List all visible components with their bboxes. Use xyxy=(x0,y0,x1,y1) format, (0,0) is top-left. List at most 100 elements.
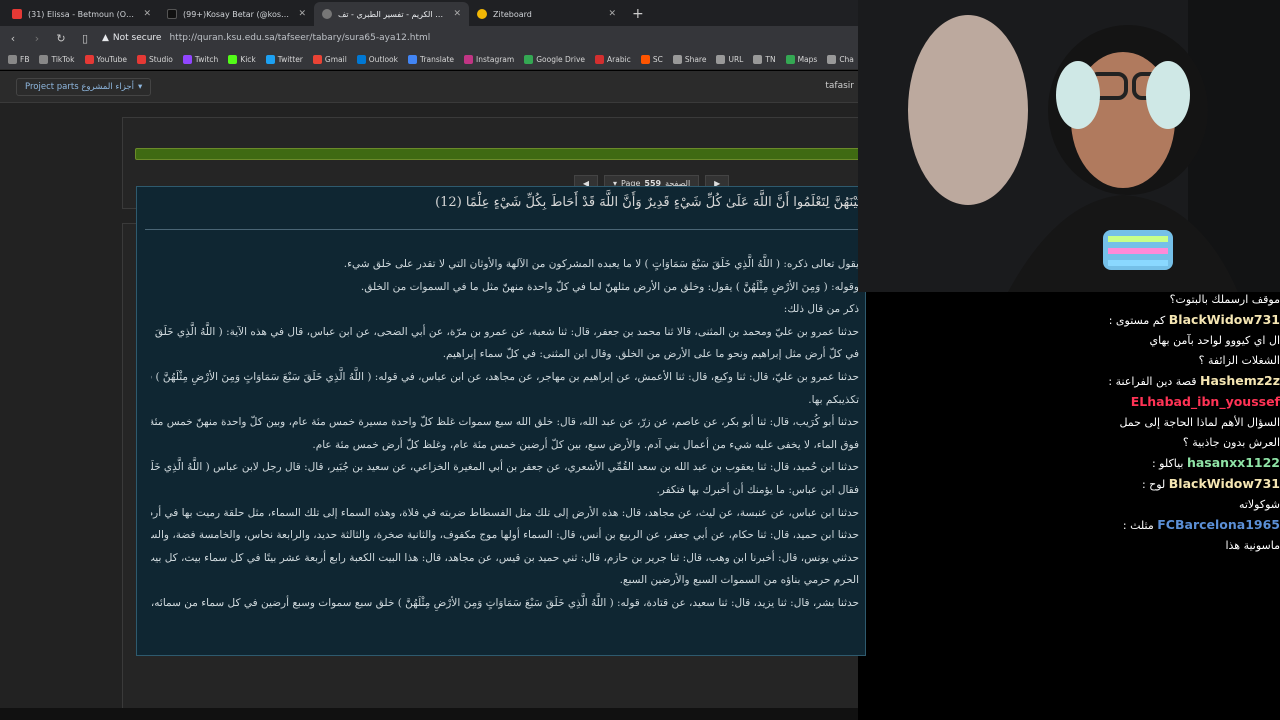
bookmark-url[interactable]: URL xyxy=(716,55,743,64)
reload-icon[interactable]: ↻ xyxy=(54,32,68,45)
bookmark-favicon-icon xyxy=(827,55,837,64)
chat-username[interactable]: BlackWidow731 xyxy=(1169,476,1280,491)
chevron-down-icon: ▾ xyxy=(138,82,143,92)
bookmark-favicon-icon xyxy=(524,55,534,64)
bookmark-fb[interactable]: FB xyxy=(8,55,29,64)
bookmark-label: TN xyxy=(765,55,776,64)
bookmark-instagram[interactable]: Instagram xyxy=(464,55,514,64)
tafsir-line: فقال ابن عباس: ما يؤمنك أن أخبرك بها فتك… xyxy=(656,483,859,496)
ayah-text: بَيْنَهُنَّ لِتَعْلَمُوا أَنَّ اللَّهَ ع… xyxy=(435,195,861,210)
forward-icon[interactable]: › xyxy=(30,32,44,45)
tab-title: (31) Elissa - Betmoun (Official Clip) / xyxy=(28,9,137,19)
chat-text: كم مستوى : xyxy=(1108,314,1166,327)
bookmark-icon[interactable]: ▯ xyxy=(78,32,92,45)
tafsir-line: حدثنا ابن حُميد، قال: ثنا يعقوب بن عبد ا… xyxy=(151,461,859,474)
tab-elissa[interactable]: (31) Elissa - Betmoun (Official Clip) / … xyxy=(4,2,159,26)
chat-username[interactable]: BlackWidow731 xyxy=(1169,312,1280,327)
bookmark-maps[interactable]: Maps xyxy=(785,55,818,64)
chat-message: BlackWidow731 كم مستوى : xyxy=(1098,310,1280,331)
security-warning[interactable]: ▲ Not secure xyxy=(102,33,161,43)
bookmark-outlook[interactable]: Outlook xyxy=(356,55,398,64)
bookmark-twitter[interactable]: Twitter xyxy=(265,55,303,64)
chat-text: الشغلات الزائفة ؟ xyxy=(1198,354,1280,367)
chat-message: ال اي كيووو لواحد بآمن بهاي xyxy=(1098,331,1280,351)
chat-message: FCBarcelona1965 مثلث : xyxy=(1098,515,1280,536)
warning-icon: ▲ xyxy=(102,33,109,43)
project-parts-label: Project parts أجزاء المشروع xyxy=(25,82,135,92)
bookmark-tn[interactable]: TN xyxy=(753,55,776,64)
bookmark-label: Gmail xyxy=(324,55,347,64)
bookmark-favicon-icon xyxy=(182,55,192,64)
chat-text: ال اي كيووو لواحد بآمن بهاي xyxy=(1149,334,1280,347)
tafsir-line: في كلّ أرض مثل إبراهيم ونحو ما على الأرض… xyxy=(442,348,859,361)
close-icon[interactable]: ✕ xyxy=(143,9,151,19)
chat-username[interactable]: Hashemz2z xyxy=(1200,373,1280,388)
bookmark-tiktok[interactable]: TikTok xyxy=(39,55,75,64)
bookmark-studio[interactable]: Studio xyxy=(137,55,173,64)
url-text[interactable]: http://quran.ksu.edu.sa/tafseer/tabary/s… xyxy=(169,33,430,43)
bookmark-favicon-icon xyxy=(785,55,795,64)
bookmark-favicon-icon xyxy=(464,55,474,64)
tafsir-line: حدثنا ابن حميد، قال: ثنا حكام، عن أبي جع… xyxy=(151,529,859,542)
bookmark-twitch[interactable]: Twitch xyxy=(182,55,218,64)
tafsir-line: حدثنا عمرو بن عليّ، قال: ثنا وكيع، قال: … xyxy=(151,370,859,383)
project-parts-dropdown[interactable]: Project parts أجزاء المشروع ▾ xyxy=(16,78,152,96)
bookmark-label: Maps xyxy=(797,55,818,64)
tab-quran-tafsir[interactable]: القرآن الكريم - تفسير الطبري - تف ✕ xyxy=(314,2,469,26)
bookmark-favicon-icon xyxy=(8,55,17,64)
address-bar: ‹ › ↻ ▯ ▲ Not secure http://quran.ksu.ed… xyxy=(0,26,858,50)
chat-text: مثلث : xyxy=(1122,519,1154,532)
close-icon[interactable]: ✕ xyxy=(298,9,306,19)
bookmark-label: URL xyxy=(728,55,744,64)
chat-username[interactable]: FCBarcelona1965 xyxy=(1157,517,1280,532)
chat-username[interactable]: hasanxx1122 xyxy=(1187,455,1280,470)
chat-message: موقف ارسملك بالبتوت؟ xyxy=(1098,290,1280,310)
bookmark-favicon-icon xyxy=(356,55,366,64)
bookmark-share[interactable]: Share xyxy=(672,55,706,64)
chat-message: السؤال الأهم لماذا الحاجة إلى حمل xyxy=(1098,413,1280,433)
progress-bar xyxy=(135,148,858,160)
chat-text: موقف ارسملك بالبتوت؟ xyxy=(1169,293,1280,306)
chat-text: قصة دين الفراعنة : xyxy=(1108,375,1197,388)
omnibox[interactable]: ▲ Not secure http://quran.ksu.edu.sa/taf… xyxy=(102,33,430,43)
stream-chat: موقف ارسملك بالبتوت؟ BlackWidow731 كم مست… xyxy=(1098,290,1280,610)
bookmark-favicon-icon xyxy=(228,55,238,64)
tafsir-line: حدثنا بشر، قال: ثنا يزيد، قال: ثنا سعيد،… xyxy=(151,596,859,609)
bookmark-kick[interactable]: Kick xyxy=(228,55,256,64)
chat-message: hasanxx1122 بياكلو : xyxy=(1098,453,1280,474)
close-icon[interactable]: ✕ xyxy=(453,9,461,19)
bookmark-google-drive[interactable]: Google Drive xyxy=(524,55,585,64)
tafsir-line: حدثنا أبو كُرَيب، قال: ثنا أبو بكر، عن ع… xyxy=(151,416,859,429)
bookmark-favicon-icon xyxy=(137,55,146,64)
youtube-icon xyxy=(12,9,22,19)
bookmark-youtube[interactable]: YouTube xyxy=(84,55,127,64)
bookmark-favicon-icon xyxy=(716,55,726,64)
bookmark-sc[interactable]: SC xyxy=(640,55,663,64)
streamer-video xyxy=(858,0,1280,292)
bookmark-gmail[interactable]: Gmail xyxy=(312,55,347,64)
screen: (31) Elissa - Betmoun (Official Clip) / … xyxy=(0,0,1280,720)
tafsir-line: تكذيبكم بها. xyxy=(808,393,859,406)
bookmark-label: Translate xyxy=(419,55,455,64)
bookmark-favicon-icon xyxy=(84,55,94,64)
bookmark-translate[interactable]: Translate xyxy=(407,55,455,64)
tafsir-line: يقول تعالى ذكره: ( اللَّهُ الَّذِي خَلَق… xyxy=(343,258,859,270)
bookmark-arabic[interactable]: Arabic xyxy=(595,55,631,64)
back-icon[interactable]: ‹ xyxy=(6,32,20,45)
tafasir-label[interactable]: tafasir xyxy=(825,81,854,91)
tafsir-text: يقول تعالى ذكره: ( اللَّهُ الَّذِي خَلَق… xyxy=(151,253,859,615)
bookmark-label: Kick xyxy=(240,55,256,64)
close-icon[interactable]: ✕ xyxy=(608,9,616,19)
bookmark-label: SC xyxy=(652,55,663,64)
new-tab-button[interactable]: + xyxy=(624,2,652,26)
verse-box: بَيْنَهُنَّ لِتَعْلَمُوا أَنَّ اللَّهَ ع… xyxy=(136,186,866,656)
chat-message: ماسونية هذا xyxy=(1098,536,1280,556)
bookmark-cha[interactable]: Cha xyxy=(827,55,854,64)
tab-tiktok[interactable]: (99+)Kosay Betar (@kosay.betar) | Ti ✕ xyxy=(159,2,314,26)
bookmark-label: FB xyxy=(20,55,30,64)
tab-ziteboard[interactable]: Ziteboard ✕ xyxy=(469,2,624,26)
browser-tab-bar: (31) Elissa - Betmoun (Official Clip) / … xyxy=(0,0,858,26)
chat-text: لوح : xyxy=(1141,478,1166,491)
bookmark-label: Twitter xyxy=(277,55,303,64)
chat-username[interactable]: ELhabad_ibn_youssef xyxy=(1131,394,1280,409)
